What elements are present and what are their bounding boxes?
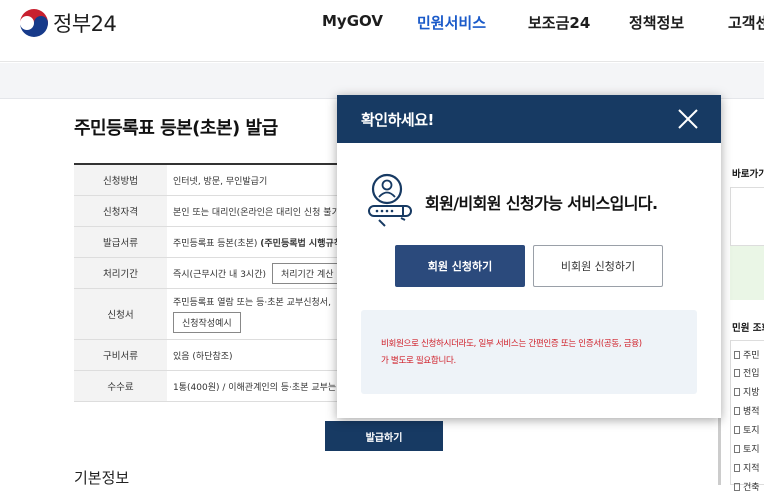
user-login-icon [368, 173, 412, 227]
notice-text: 비회원으로 신청하시더라도, 일부 서비스는 간편인증 또는 인증서(공동, 금… [381, 339, 642, 366]
guest-apply-button[interactable]: 비회원 신청하기 [533, 245, 663, 287]
member-apply-button[interactable]: 회원 신청하기 [395, 245, 525, 287]
confirm-modal: 확인하세요! 회원/비회원 신청가능 서비스입니다. 회원 신청하기 비회원 신… [337, 95, 721, 418]
close-icon[interactable] [677, 108, 699, 130]
modal-message: 회원/비회원 신청가능 서비스입니다. [425, 194, 658, 213]
modal-title: 확인하세요! [361, 111, 434, 129]
modal-header: 확인하세요! [337, 95, 721, 143]
notice-box: 비회원으로 신청하시더라도, 일부 서비스는 간편인증 또는 인증서(공동, 금… [361, 310, 697, 394]
